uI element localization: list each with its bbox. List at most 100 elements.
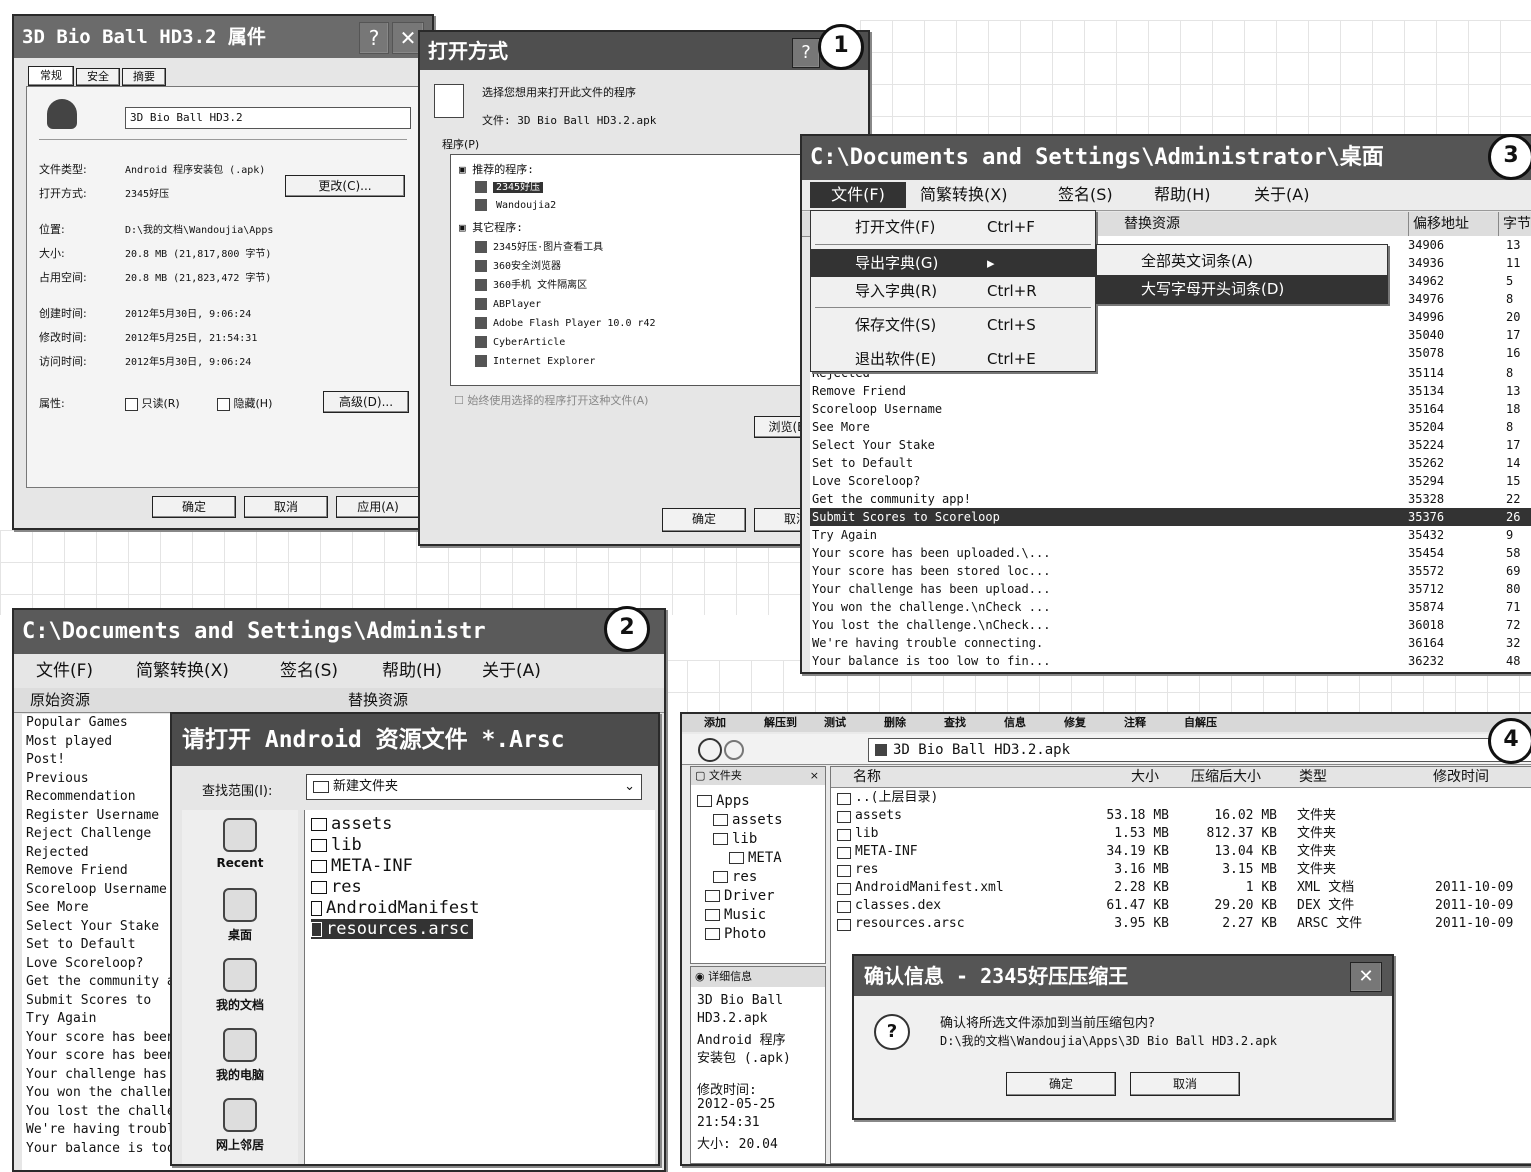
submenu-capitalized[interactable]: 大写字母开头词条(D): [1097, 275, 1387, 303]
toolbar-button[interactable]: 添加: [704, 714, 726, 732]
list-item[interactable]: Recommendation: [26, 788, 136, 806]
program-item[interactable]: ABPlayer: [475, 296, 541, 314]
help-button[interactable]: ?: [792, 38, 820, 68]
help-button[interactable]: ?: [359, 22, 389, 54]
table-row[interactable]: Remove Friend 35134 13: [810, 382, 1531, 400]
list-item[interactable]: Reject Challenge: [26, 825, 151, 843]
place-item[interactable]: 网上邻居: [182, 1098, 298, 1153]
change-button[interactable]: 更改(C)...: [285, 175, 405, 197]
ok-button[interactable]: 确定: [662, 508, 746, 532]
toolbar-button[interactable]: 删除: [884, 714, 906, 732]
table-row[interactable]: See More 35204 8: [810, 418, 1531, 436]
table-row[interactable]: Try Again 35432 9: [810, 526, 1531, 544]
table-row[interactable]: Submit Scores to Scoreloop 35376 26: [810, 508, 1531, 526]
back-icon[interactable]: [698, 738, 722, 762]
menu-item[interactable]: 保存文件(S) Ctrl+S: [811, 311, 1095, 339]
table-row[interactable]: resources.arsc 3.95 KB 2.27 KB ARSC 文件 2011-…: [831, 915, 1531, 933]
tree-item[interactable]: Apps: [697, 793, 750, 809]
program-item[interactable]: 2345好压: [475, 179, 544, 197]
hidden-checkbox[interactable]: 隐藏(H): [217, 395, 272, 411]
close-button[interactable]: ✕: [1350, 962, 1382, 992]
list-item[interactable]: See More: [26, 899, 89, 917]
toolbar-button[interactable]: 修复: [1064, 714, 1086, 732]
table-row[interactable]: Get the community app! 35328 22: [810, 490, 1531, 508]
place-item[interactable]: 桌面: [182, 888, 298, 943]
menu-help[interactable]: 帮助(H): [1154, 182, 1211, 208]
tree-item[interactable]: lib: [713, 831, 757, 847]
program-item[interactable]: Adobe Flash Player 10.0 r42: [475, 315, 656, 333]
list-item[interactable]: We're having trouble: [26, 1121, 183, 1139]
col-replace[interactable]: 替换资源: [348, 688, 408, 712]
list-item[interactable]: You won the challenge: [26, 1084, 190, 1102]
list-item[interactable]: Your balance is too: [26, 1140, 175, 1158]
menu-sign[interactable]: 签名(S): [280, 656, 338, 686]
table-row[interactable]: classes.dex 61.47 KB 29.20 KB DEX 文件 2011-10…: [831, 897, 1531, 915]
list-item[interactable]: Scoreloop Username: [26, 881, 167, 899]
table-row[interactable]: You lost the challenge.\nCheck... 36018 72: [810, 616, 1531, 634]
ok-button[interactable]: 确定: [1006, 1072, 1116, 1096]
toolbar-button[interactable]: 注释: [1124, 714, 1146, 732]
tree-item[interactable]: Photo: [705, 926, 766, 942]
table-row[interactable]: res 3.16 MB 3.15 MB 文件夹: [831, 861, 1531, 879]
place-item[interactable]: 我的电脑: [182, 1028, 298, 1083]
table-row[interactable]: Your challenge has been upload... 35712 80: [810, 580, 1531, 598]
file-item[interactable]: res: [311, 877, 362, 897]
table-row[interactable]: You won the challenge.\nCheck ... 35874 71: [810, 598, 1531, 616]
list-item[interactable]: Remove Friend: [26, 862, 128, 880]
list-item[interactable]: Love Scoreloop?: [26, 955, 143, 973]
menu-item[interactable]: 导入字典(R) Ctrl+R: [811, 277, 1095, 305]
place-item[interactable]: Recent: [182, 818, 298, 870]
always-use-checkbox[interactable]: ☐ 始终使用选择的程序打开这种文件(A): [454, 392, 648, 408]
program-item[interactable]: CyberArticle: [475, 334, 565, 352]
menu-item[interactable]: 导出字典(G) ▸: [811, 249, 1095, 277]
menu-about[interactable]: 关于(A): [482, 656, 541, 686]
list-item[interactable]: Set to Default: [26, 936, 136, 954]
ok-button[interactable]: 确定: [152, 496, 236, 518]
col-replace[interactable]: 替换资源: [1124, 212, 1180, 236]
toolbar-button[interactable]: 解压到: [764, 714, 797, 732]
table-row[interactable]: Scoreloop Username 35164 18: [810, 400, 1531, 418]
filename-field[interactable]: 3D Bio Ball HD3.2: [125, 107, 411, 129]
list-item[interactable]: Your score has been: [26, 1029, 175, 1047]
program-item[interactable]: Wandoujia2: [475, 197, 559, 215]
advanced-button[interactable]: 高级(D)...: [323, 391, 409, 413]
apply-button[interactable]: 应用(A): [336, 496, 420, 518]
col-name[interactable]: 名称: [853, 767, 881, 787]
col-offset[interactable]: 偏移地址: [1408, 212, 1469, 236]
list-item[interactable]: Post!: [26, 751, 65, 769]
menu-help[interactable]: 帮助(H): [382, 656, 442, 686]
submenu-all-english[interactable]: 全部英文词条(A): [1097, 247, 1387, 275]
list-item[interactable]: Popular Games: [26, 714, 128, 732]
menu-convert[interactable]: 简繁转换(X): [136, 656, 229, 686]
toolbar-button[interactable]: 查找: [944, 714, 966, 732]
col-type[interactable]: 类型: [1299, 767, 1327, 787]
forward-icon[interactable]: [724, 740, 744, 760]
menu-sign[interactable]: 签名(S): [1058, 182, 1113, 208]
readonly-checkbox[interactable]: 只读(R): [125, 395, 180, 411]
tree-item[interactable]: Driver: [705, 888, 775, 904]
table-row[interactable]: ..(上层目录): [831, 789, 1531, 807]
list-item[interactable]: Select Your Stake: [26, 918, 159, 936]
address-bar[interactable]: 3D Bio Ball HD3.2.apk: [868, 738, 1531, 762]
menu-file[interactable]: 文件(F): [810, 182, 906, 208]
col-date[interactable]: 修改时间: [1433, 767, 1489, 787]
program-item[interactable]: Internet Explorer: [475, 353, 595, 371]
list-item[interactable]: Most played: [26, 733, 112, 751]
table-row[interactable]: AndroidManifest.xml 2.28 KB 1 KB XML 文档 2011…: [831, 879, 1531, 897]
tab-summary[interactable]: 摘要: [122, 68, 166, 86]
cancel-button[interactable]: 取消: [244, 496, 328, 518]
file-item[interactable]: META-INF: [311, 856, 413, 876]
table-row[interactable]: We're having trouble connecting. 36164 32: [810, 634, 1531, 652]
tab-general[interactable]: 常规: [28, 66, 74, 86]
list-item[interactable]: Rejected: [26, 844, 89, 862]
file-item[interactable]: assets: [311, 814, 392, 834]
table-row[interactable]: Your score has been uploaded.\... 35454 58: [810, 544, 1531, 562]
tab-security[interactable]: 安全: [76, 68, 120, 86]
tree-item[interactable]: Music: [705, 907, 766, 923]
menu-item[interactable]: 打开文件(F) Ctrl+F: [811, 213, 1095, 241]
list-item[interactable]: Previous: [26, 770, 89, 788]
lookin-select[interactable]: 新建文件夹 ⌄: [306, 774, 642, 800]
menu-item[interactable]: 退出软件(E) Ctrl+E: [811, 345, 1095, 373]
col-csize[interactable]: 压缩后大小: [1191, 767, 1261, 787]
program-item[interactable]: 2345好压·图片查看工具: [475, 239, 603, 257]
